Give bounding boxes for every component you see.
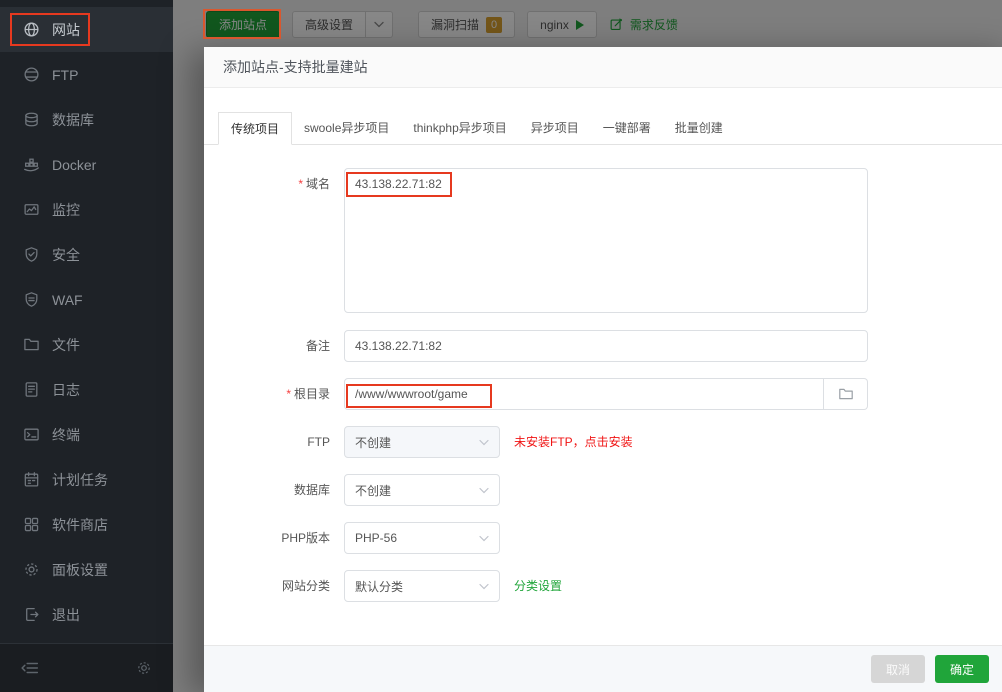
category-settings-link[interactable]: 分类设置	[514, 570, 562, 602]
sidebar-item-label: FTP	[52, 66, 79, 83]
database-label: 数据库	[293, 483, 330, 497]
sidebar-item-label: WAF	[52, 291, 83, 308]
sidebar-item-label: 面板设置	[52, 561, 108, 578]
domain-label: * 域名	[298, 177, 330, 191]
site-category-select[interactable]: 默认分类	[344, 570, 500, 602]
ftp-icon	[23, 66, 40, 83]
root-dir-label: * 根目录	[286, 387, 330, 401]
sidebar-item-monitor[interactable]: 监控	[0, 187, 173, 232]
database-row: 数据库 不创建	[204, 474, 1002, 506]
gear-icon	[23, 561, 40, 578]
ftp-install-warning-link[interactable]: 未安装FTP，点击安装	[514, 426, 633, 458]
confirm-button[interactable]: 确定	[934, 655, 989, 683]
globe-icon	[23, 21, 40, 38]
required-asterisk: *	[298, 177, 303, 191]
footer-gear-icon[interactable]	[136, 660, 152, 676]
note-row: 备注	[204, 330, 1002, 362]
sidebar-nav: 网站 FTP 数据库 Docker 监控 安全 WAF 文件 日志 终端 计划任…	[0, 0, 173, 637]
sidebar-item-settings[interactable]: 面板设置	[0, 547, 173, 592]
note-input[interactable]	[344, 330, 868, 362]
ftp-row: FTP 不创建 未安装FTP，点击安装	[204, 426, 1002, 458]
ftp-select-value: 不创建	[355, 435, 392, 450]
sidebar-item-logs[interactable]: 日志	[0, 367, 173, 412]
sidebar-item-ftp[interactable]: FTP	[0, 52, 173, 97]
sidebar-item-label: Docker	[52, 156, 97, 173]
sidebar-footer	[0, 643, 173, 692]
php-version-select[interactable]: PHP-56	[344, 522, 500, 554]
ftp-label: FTP	[307, 435, 330, 449]
add-site-modal: 添加站点-支持批量建站 传统项目 swoole异步项目 thinkphp异步项目…	[204, 47, 1002, 692]
sidebar: 网站 FTP 数据库 Docker 监控 安全 WAF 文件 日志 终端 计划任…	[0, 0, 173, 692]
chevron-down-icon	[479, 487, 489, 494]
sidebar-item-cron[interactable]: 计划任务	[0, 457, 173, 502]
sidebar-item-waf[interactable]: WAF	[0, 277, 173, 322]
grid-icon	[23, 516, 40, 533]
sidebar-item-label: 退出	[52, 606, 80, 623]
domain-textarea[interactable]: 43.138.22.71:82	[344, 168, 868, 313]
root-dir-input[interactable]	[344, 378, 824, 410]
root-dir-row: * 根目录	[204, 378, 1002, 410]
tab-one-click-deploy[interactable]: 一键部署	[591, 112, 663, 145]
sidebar-item-security[interactable]: 安全	[0, 232, 173, 277]
sidebar-item-label: 软件商店	[52, 516, 108, 533]
root-dir-group	[344, 378, 868, 410]
site-category-select-value: 默认分类	[355, 579, 404, 594]
chevron-down-icon	[479, 583, 489, 590]
terminal-icon	[23, 426, 40, 443]
sidebar-item-files[interactable]: 文件	[0, 322, 173, 367]
collapse-sidebar-icon[interactable]	[21, 659, 39, 677]
sidebar-item-label: 计划任务	[52, 471, 108, 488]
tab-async-project[interactable]: 异步项目	[519, 112, 591, 145]
folder-icon	[23, 336, 40, 353]
tab-batch-create[interactable]: 批量创建	[663, 112, 735, 145]
calendar-icon	[23, 471, 40, 488]
site-category-row: 网站分类 默认分类 分类设置	[204, 570, 1002, 602]
monitor-icon	[23, 201, 40, 218]
sidebar-item-website[interactable]: 网站	[0, 7, 173, 52]
sidebar-item-label: 安全	[52, 246, 80, 263]
docker-icon	[23, 156, 40, 173]
modal-header: 添加站点-支持批量建站	[204, 47, 1002, 88]
sidebar-item-logout[interactable]: 退出	[0, 592, 173, 637]
shield-check-icon	[23, 246, 40, 263]
tab-traditional-project[interactable]: 传统项目	[218, 112, 293, 145]
database-icon	[23, 111, 40, 128]
php-version-select-value: PHP-56	[355, 531, 398, 545]
site-category-label: 网站分类	[281, 579, 330, 593]
project-type-tabs: 传统项目 swoole异步项目 thinkphp异步项目 异步项目 一键部署 批…	[204, 111, 1002, 145]
waf-shield-icon	[23, 291, 40, 308]
logout-icon	[23, 606, 40, 623]
browse-folder-button[interactable]	[824, 378, 868, 410]
sidebar-item-database[interactable]: 数据库	[0, 97, 173, 142]
sidebar-item-label: 文件	[52, 336, 80, 353]
tab-thinkphp-project[interactable]: thinkphp异步项目	[401, 112, 518, 145]
log-file-icon	[23, 381, 40, 398]
modal-footer: 取消 确定	[204, 645, 1002, 692]
cancel-button[interactable]: 取消	[870, 655, 925, 683]
database-select-value: 不创建	[355, 483, 392, 498]
sidebar-item-label: 终端	[52, 426, 80, 443]
php-version-row: PHP版本 PHP-56	[204, 522, 1002, 554]
sidebar-item-appstore[interactable]: 软件商店	[0, 502, 173, 547]
sidebar-item-docker[interactable]: Docker	[0, 142, 173, 187]
chevron-down-icon	[479, 439, 489, 446]
ftp-select[interactable]: 不创建	[344, 426, 500, 458]
chevron-down-icon	[479, 535, 489, 542]
required-asterisk: *	[286, 387, 291, 401]
database-select[interactable]: 不创建	[344, 474, 500, 506]
sidebar-item-label: 监控	[52, 201, 80, 218]
domain-row: * 域名 43.138.22.71:82	[204, 168, 1002, 313]
note-label: 备注	[305, 339, 330, 353]
sidebar-item-label: 数据库	[52, 111, 94, 128]
add-site-form: *域名 43.138.22.71:82 备注 *根目录 FTP 不创建 未安装F…	[204, 145, 1002, 602]
sidebar-item-label: 日志	[52, 381, 80, 398]
php-version-label: PHP版本	[281, 531, 330, 545]
sidebar-item-terminal[interactable]: 终端	[0, 412, 173, 457]
modal-title: 添加站点-支持批量建站	[223, 59, 368, 75]
sidebar-item-label: 网站	[52, 21, 80, 38]
tab-swoole-project[interactable]: swoole异步项目	[292, 112, 401, 145]
